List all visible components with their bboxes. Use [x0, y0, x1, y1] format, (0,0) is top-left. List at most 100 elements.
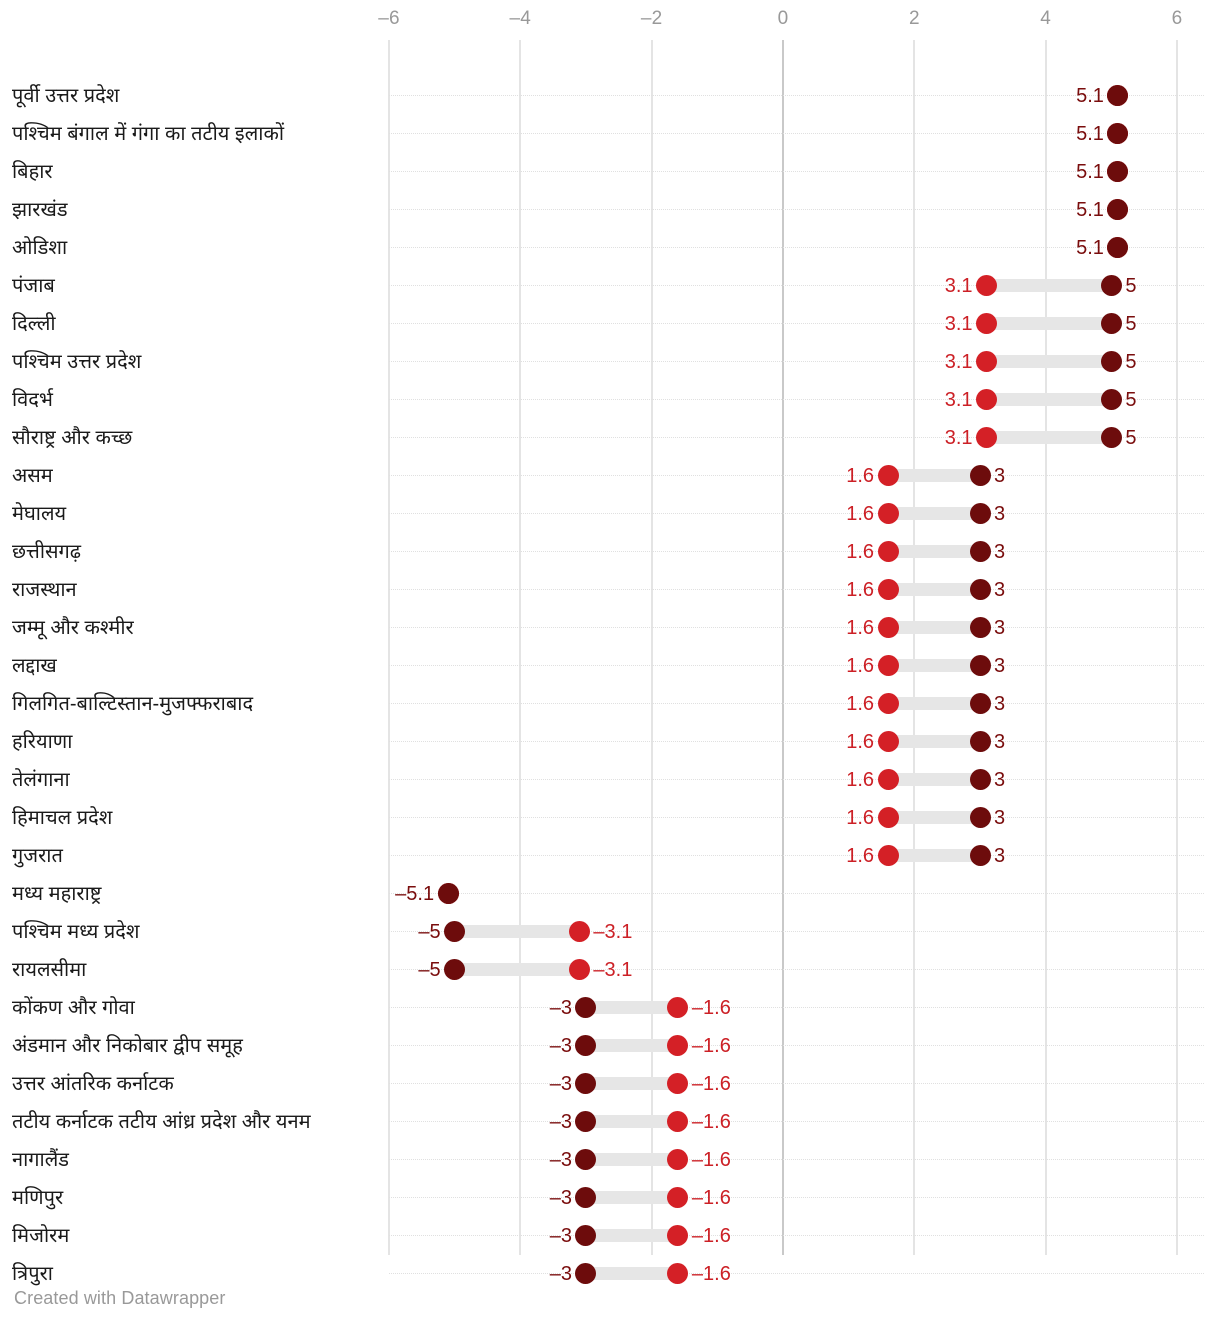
data-point-low[interactable] [976, 351, 998, 372]
data-point-low[interactable] [667, 1225, 689, 1246]
row-category-label: तेलंगाना [12, 769, 70, 791]
data-point-low[interactable] [667, 997, 689, 1018]
data-point-high[interactable] [1107, 85, 1129, 106]
data-point-high[interactable] [1100, 313, 1122, 334]
data-point-low[interactable] [877, 693, 899, 714]
chart-row[interactable]: अंडमान और निकोबार द्वीप समूह –1.6 –3 [0, 1027, 1220, 1065]
chart-row[interactable]: मध्य महाराष्ट्र –5.1 [0, 875, 1220, 913]
row-guide-line [389, 665, 1204, 667]
chart-row[interactable]: छत्तीसगढ़ 1.6 3 [0, 533, 1220, 571]
chart-row[interactable]: उत्तर आंतरिक कर्नाटक –1.6 –3 [0, 1065, 1220, 1103]
chart-row[interactable]: हरियाणा 1.6 3 [0, 723, 1220, 761]
chart-row[interactable]: दिल्ली 3.1 5 [0, 305, 1220, 343]
data-point-high[interactable] [575, 1225, 597, 1246]
chart-row[interactable]: विदर्भ 3.1 5 [0, 381, 1220, 419]
data-point-low[interactable] [667, 1187, 689, 1208]
data-point-low[interactable] [877, 731, 899, 752]
data-point-low[interactable] [877, 503, 899, 524]
data-point-low[interactable] [877, 579, 899, 600]
data-point-high[interactable] [1100, 427, 1122, 448]
data-point-high[interactable] [437, 883, 459, 904]
chart-row[interactable]: झारखंड 5.1 [0, 191, 1220, 229]
row-guide-line [389, 1197, 1204, 1199]
data-point-high[interactable] [575, 1263, 597, 1284]
data-point-high[interactable] [444, 921, 466, 942]
chart-row[interactable]: पंजाब 3.1 5 [0, 267, 1220, 305]
data-point-low[interactable] [976, 313, 998, 334]
data-point-low[interactable] [877, 465, 899, 486]
data-point-low[interactable] [568, 959, 590, 980]
data-point-high[interactable] [969, 541, 991, 562]
chart-row[interactable]: असम 1.6 3 [0, 457, 1220, 495]
chart-row[interactable]: ओडिशा 5.1 [0, 229, 1220, 267]
data-point-low[interactable] [877, 807, 899, 828]
data-point-high[interactable] [969, 693, 991, 714]
data-point-high[interactable] [1107, 161, 1129, 182]
data-point-high[interactable] [969, 769, 991, 790]
chart-row[interactable]: गिलगित-बाल्टिस्तान-मुजफ्फराबाद 1.6 3 [0, 685, 1220, 723]
data-point-high[interactable] [969, 617, 991, 638]
data-point-low[interactable] [568, 921, 590, 942]
data-point-low[interactable] [976, 389, 998, 410]
chart-row[interactable]: तेलंगाना 1.6 3 [0, 761, 1220, 799]
data-point-low[interactable] [976, 427, 998, 448]
chart-row[interactable]: कोंकण और गोवा –1.6 –3 [0, 989, 1220, 1027]
data-point-high[interactable] [1100, 275, 1122, 296]
chart-row[interactable]: मेघालय 1.6 3 [0, 495, 1220, 533]
data-point-high[interactable] [575, 1035, 597, 1056]
data-point-high[interactable] [1100, 389, 1122, 410]
data-point-high[interactable] [969, 465, 991, 486]
chart-row[interactable]: पश्चिम उत्तर प्रदेश 3.1 5 [0, 343, 1220, 381]
row-guide-line [389, 627, 1204, 629]
data-value-label-low: 1.6 [846, 503, 875, 525]
data-point-high[interactable] [575, 1187, 597, 1208]
chart-row[interactable]: गुजरात 1.6 3 [0, 837, 1220, 875]
data-point-low[interactable] [877, 655, 899, 676]
chart-row[interactable]: लद्दाख 1.6 3 [0, 647, 1220, 685]
chart-row[interactable]: मिजोरम –1.6 –3 [0, 1217, 1220, 1255]
chart-row[interactable]: पूर्वी उत्तर प्रदेश 5.1 [0, 77, 1220, 115]
data-point-low[interactable] [667, 1035, 689, 1056]
data-point-low[interactable] [877, 541, 899, 562]
data-point-low[interactable] [667, 1073, 689, 1094]
data-point-high[interactable] [575, 1149, 597, 1170]
data-point-high[interactable] [969, 845, 991, 866]
data-value-label-low: 1.6 [846, 617, 875, 639]
chart-row[interactable]: नागालैंड –1.6 –3 [0, 1141, 1220, 1179]
data-point-high[interactable] [575, 997, 597, 1018]
data-point-high[interactable] [1107, 199, 1129, 220]
chart-row[interactable]: जम्मू और कश्मीर 1.6 3 [0, 609, 1220, 647]
chart-row[interactable]: हिमाचल प्रदेश 1.6 3 [0, 799, 1220, 837]
data-point-high[interactable] [969, 807, 991, 828]
row-connector-bar [585, 1229, 678, 1242]
data-point-high[interactable] [1107, 237, 1129, 258]
data-point-high[interactable] [1100, 351, 1122, 372]
data-point-low[interactable] [976, 275, 998, 296]
chart-row[interactable]: रायलसीमा –3.1 –5 [0, 951, 1220, 989]
data-point-low[interactable] [877, 845, 899, 866]
chart-row[interactable]: पश्चिम मध्य प्रदेश –3.1 –5 [0, 913, 1220, 951]
chart-row[interactable]: बिहार 5.1 [0, 153, 1220, 191]
data-point-high[interactable] [969, 579, 991, 600]
data-point-high[interactable] [969, 655, 991, 676]
chart-row[interactable]: पश्चिम बंगाल में गंगा का तटीय इलाकों 5.1 [0, 115, 1220, 153]
data-point-low[interactable] [667, 1111, 689, 1132]
data-point-high[interactable] [444, 959, 466, 980]
data-point-low[interactable] [877, 617, 899, 638]
data-point-low[interactable] [667, 1263, 689, 1284]
row-category-label: तटीय कर्नाटक तटीय आंध्र प्रदेश और यनम [12, 1111, 311, 1133]
data-point-high[interactable] [575, 1073, 597, 1094]
data-point-low[interactable] [877, 769, 899, 790]
data-point-high[interactable] [969, 503, 991, 524]
data-point-high[interactable] [1107, 123, 1129, 144]
row-guide-line [389, 1007, 1204, 1009]
data-point-high[interactable] [969, 731, 991, 752]
data-point-high[interactable] [575, 1111, 597, 1132]
row-category-label: रायलसीमा [12, 959, 87, 981]
chart-row[interactable]: राजस्थान 1.6 3 [0, 571, 1220, 609]
chart-row[interactable]: सौराष्ट्र और कच्छ 3.1 5 [0, 419, 1220, 457]
chart-row[interactable]: मणिपुर –1.6 –3 [0, 1179, 1220, 1217]
data-point-low[interactable] [667, 1149, 689, 1170]
data-value-label-high: 3 [994, 693, 1006, 715]
chart-row[interactable]: तटीय कर्नाटक तटीय आंध्र प्रदेश और यनम –1.… [0, 1103, 1220, 1141]
